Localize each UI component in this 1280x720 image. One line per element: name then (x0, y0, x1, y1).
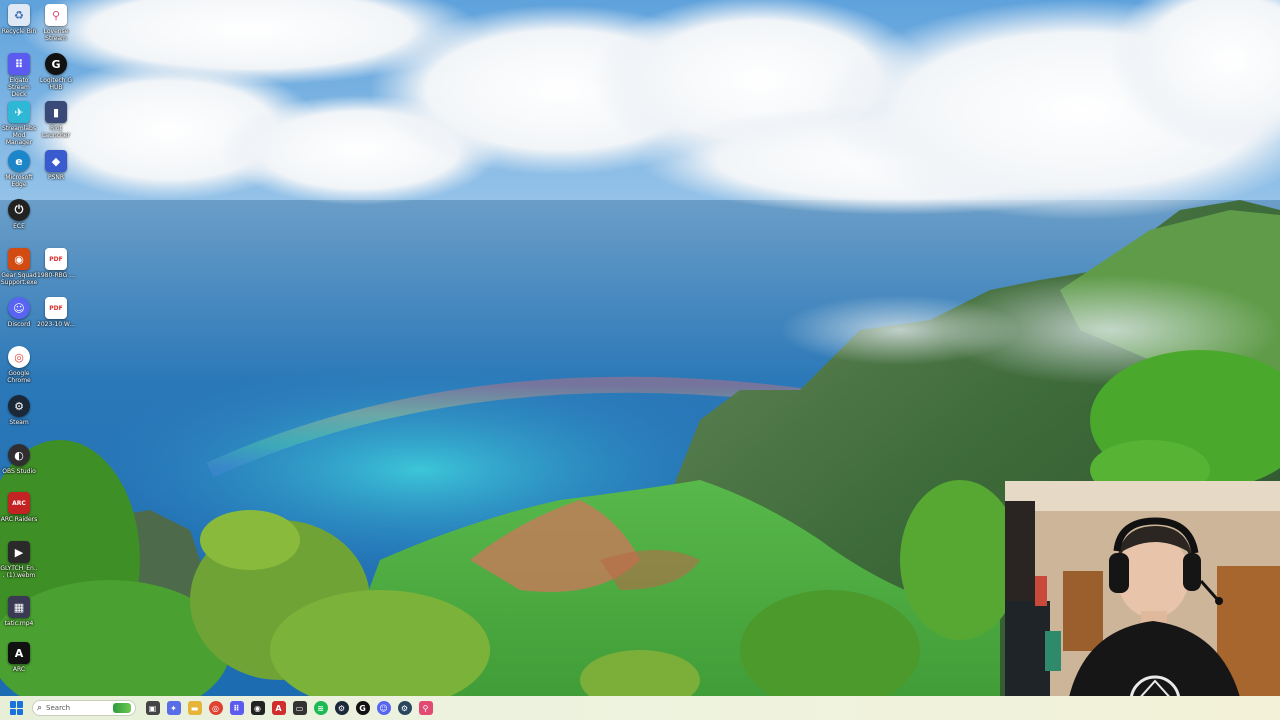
lovense-glyph: ⚲ (45, 4, 67, 26)
riot-launcher-icon[interactable]: ▮ Riot Launcher (37, 101, 75, 139)
start-logo-pane (10, 708, 16, 715)
desktop-icon-label: Recycle Bin (1, 28, 37, 35)
stream-deck-glyph: ⠿ (8, 53, 30, 75)
terminal-taskbar-icon[interactable]: ▭ (292, 701, 307, 715)
chrome-glyph: ◎ (8, 346, 30, 368)
game-squad-icon[interactable]: ◉ Gear Squad Support.exe (0, 248, 38, 286)
file-explorer-icon[interactable]: ▬ (187, 701, 202, 715)
desktop-icon-label: ARC (12, 666, 26, 673)
psnr-glyph: ◆ (45, 150, 67, 172)
streamlabs-icon[interactable]: ✈ Streamlabs Mod Manager (0, 101, 38, 146)
desktop-icon-label: Microsoft Edge (5, 174, 33, 188)
chrome-taskbar-icon[interactable]: ◎ (208, 701, 223, 715)
discord-taskbar-icon[interactable]: ☺ (376, 701, 391, 715)
steam-icon[interactable]: ⚙ Steam (0, 395, 38, 426)
start-button[interactable] (10, 701, 24, 715)
task-view-icon[interactable]: ▣ (145, 701, 160, 715)
arc-glyph: A (8, 642, 30, 664)
psnr-icon[interactable]: ◆ PSNR (37, 150, 75, 181)
glytch-energy-video-icon[interactable]: ▶ GLYTCH_En... (1).webm (0, 541, 38, 579)
arc-icon[interactable]: A ARC (0, 642, 38, 673)
google-chrome-icon[interactable]: ◎ Google Chrome (0, 346, 38, 384)
ece-glyph: ⏻ (8, 199, 30, 221)
logitech-g-hub-icon[interactable]: G Logitech G HUB (37, 53, 75, 91)
desktop-icon-label: ECE (13, 223, 25, 230)
arc-raiders-glyph: ARC (8, 492, 30, 514)
arc-raiders-icon[interactable]: ARC ARC Raiders (0, 492, 38, 523)
steam-taskbar-icon[interactable]: ⚙ (334, 701, 349, 715)
desktop-icon-label: Logitech G HUB (39, 77, 73, 91)
lovense-taskbar-icon[interactable]: ⚲ (418, 701, 433, 715)
pdf-glyph: PDF (45, 248, 67, 270)
start-logo-pane (10, 701, 16, 708)
taskbar: ⌕ Search ▣ ✦ ▬ ◎ ⠿ ◉ A ▭ ≋ ⚙ G ☺ ⚙ ⚲ (0, 696, 1280, 720)
streamlabs-glyph: ✈ (8, 101, 30, 123)
discord-icon[interactable]: ☺ Discord (0, 297, 38, 328)
desktop-icon-label: Steam (9, 419, 29, 426)
game-squad-glyph: ◉ (8, 248, 30, 270)
obs-glyph: ◐ (8, 444, 30, 466)
recycle-bin-glyph: ♻ (8, 4, 30, 26)
stream-deck-taskbar-icon[interactable]: ⠿ (229, 701, 244, 715)
desktop-icon-label: Gear Squad Support.exe (0, 272, 38, 286)
desktop-icon-label: PSNR (47, 174, 65, 181)
pdf-file-icon[interactable]: PDF 1980-RBG ... (37, 248, 75, 279)
copilot-icon[interactable]: ✦ (166, 701, 181, 715)
video-glyph: ▦ (8, 596, 30, 618)
start-logo-pane (17, 708, 23, 715)
desktop-icon-label: Elgato Stream Deck (8, 77, 30, 98)
discord-glyph: ☺ (8, 297, 30, 319)
pdf-file-icon[interactable]: PDF 2023-10 W... (37, 297, 75, 328)
elgato-stream-deck-icon[interactable]: ⠿ Elgato Stream Deck (0, 53, 38, 98)
g-hub-taskbar-icon[interactable]: G (355, 701, 370, 715)
webcam-overlay (1005, 481, 1280, 720)
g-hub-glyph: G (45, 53, 67, 75)
desktop-icon-label: 1980-RBG ... (37, 272, 75, 279)
obs-studio-icon[interactable]: ◐ OBS Studio (0, 444, 38, 475)
desktop-icon-label: Discord (7, 321, 31, 328)
video-glyph: ▶ (8, 541, 30, 563)
riot-glyph: ▮ (45, 101, 67, 123)
microsoft-edge-icon[interactable]: e Microsoft Edge (0, 150, 38, 188)
ece-icon[interactable]: ⏻ ECE (0, 199, 38, 230)
search-icon: ⌕ (37, 703, 43, 713)
edge-glyph: e (8, 150, 30, 172)
streamlabs-taskbar-icon[interactable]: ◉ (250, 701, 265, 715)
taskbar-search-box[interactable]: ⌕ Search (32, 700, 136, 716)
static-video-icon[interactable]: ▦ tatic.mp4 (0, 596, 38, 627)
desktop-icon-label: tatic.mp4 (4, 620, 34, 627)
desktop-icon-label: Lovense Stream (43, 28, 69, 42)
desktop-icon-label: ARC Raiders (0, 516, 38, 523)
search-placeholder: Search (46, 704, 71, 712)
desktop-icon-label: Riot Launcher (42, 125, 70, 139)
taskbar-pinned-apps: ▣ ✦ ▬ ◎ ⠿ ◉ A ▭ ≋ ⚙ G ☺ ⚙ ⚲ (142, 701, 436, 715)
desktop-icon-label: Streamlabs Mod Manager (2, 125, 36, 146)
spotify-taskbar-icon[interactable]: ≋ (313, 701, 328, 715)
search-highlight-icon (113, 703, 131, 713)
steam-2-taskbar-icon[interactable]: ⚙ (397, 701, 412, 715)
desktop-icon-label: GLYTCH_En... (1).webm (0, 565, 38, 579)
desktop-icon-label: Google Chrome (7, 370, 31, 384)
desktop-icon-label: 2023-10 W... (37, 321, 75, 328)
lovense-stream-icon[interactable]: ⚲ Lovense Stream (37, 4, 75, 42)
desktop-icon-label: OBS Studio (2, 468, 36, 475)
adobe-taskbar-icon[interactable]: A (271, 701, 286, 715)
recycle-bin-icon[interactable]: ♻ Recycle Bin (0, 4, 38, 35)
steam-glyph: ⚙ (8, 395, 30, 417)
pdf-glyph: PDF (45, 297, 67, 319)
start-logo-pane (17, 701, 23, 708)
